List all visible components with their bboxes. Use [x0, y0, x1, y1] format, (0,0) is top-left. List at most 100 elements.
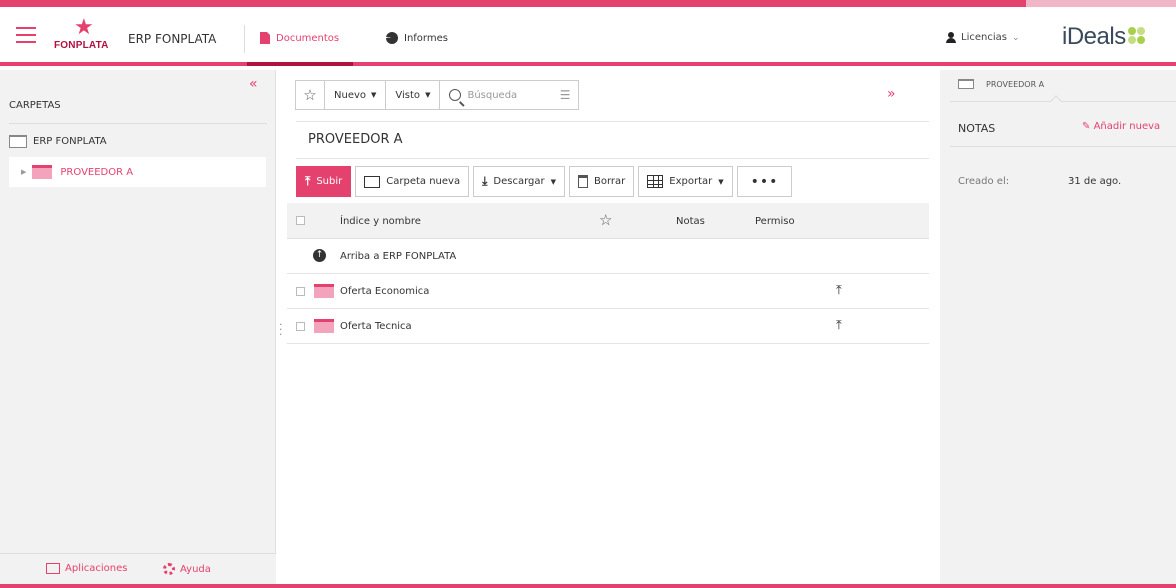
sidebar-footer: Aplicaciones Ayuda — [0, 553, 276, 584]
tree-item-label: ERP FONPLATA — [33, 135, 107, 147]
created-value: 31 de ago. — [1068, 176, 1122, 187]
select-all-checkbox[interactable] — [296, 216, 305, 225]
column-header-permiso[interactable]: Permiso — [755, 216, 795, 227]
aplicaciones-label: Aplicaciones — [65, 563, 128, 574]
table-icon — [647, 175, 664, 188]
up-link[interactable]: Arriba a ERP FONPLATA — [340, 251, 456, 262]
search-input[interactable]: Búsqueda ☰ — [439, 80, 580, 110]
ideals-logo: iDeals — [1062, 23, 1146, 51]
project-name[interactable]: ERP FONPLATA — [128, 32, 216, 46]
tab-documentos[interactable]: Documentos — [260, 26, 339, 50]
row-checkbox[interactable] — [296, 322, 305, 331]
star-column-icon[interactable]: ☆ — [599, 211, 612, 229]
exportar-button[interactable]: Exportar ▼ — [638, 166, 733, 197]
fonplata-logo: ★ FONPLATA — [54, 15, 120, 55]
table-row[interactable]: Oferta Tecnica ⤒ — [287, 309, 929, 344]
arrow-up-circle-icon: ↑ — [313, 249, 326, 262]
visto-label: Visto — [395, 89, 421, 101]
notas-heading: NOTAS — [958, 122, 996, 135]
licencias-label: Licencias — [961, 32, 1007, 43]
tab-documentos-label: Documentos — [276, 32, 340, 44]
ideals-dots-icon — [1127, 27, 1146, 45]
more-dots-icon: ••• — [750, 173, 779, 190]
actions-toolbar: ⤒ Subir Carpeta nueva ⤓ Descargar ▼ Borr… — [296, 166, 793, 197]
visto-dropdown[interactable]: Visto ▼ — [385, 80, 441, 110]
add-note-label: Añadir nueva — [1093, 121, 1161, 132]
table-row[interactable]: Oferta Economica ⤒ — [287, 274, 929, 309]
nuevo-label: Nuevo — [334, 89, 367, 101]
document-icon — [260, 32, 270, 44]
help-lifebuoy-icon — [163, 563, 175, 575]
tab-informes[interactable]: Informes — [386, 26, 448, 50]
ayuda-link[interactable]: Ayuda — [163, 563, 211, 575]
bottom-accent-bar — [0, 584, 1176, 588]
exportar-label: Exportar — [669, 176, 713, 187]
caret-down-icon: ▼ — [425, 91, 431, 99]
menu-icon[interactable] — [16, 27, 36, 43]
folder-icon — [314, 319, 334, 333]
top-accent-fade — [1026, 0, 1176, 7]
folder-icon — [9, 134, 27, 148]
upload-icon[interactable]: ⤒ — [836, 283, 842, 298]
borrar-button[interactable]: Borrar — [569, 166, 635, 197]
licencias-menu[interactable]: Licencias ⌄ — [946, 32, 1020, 43]
ideals-wordmark: iDeals — [1062, 23, 1126, 50]
divider — [950, 146, 1176, 147]
chevron-down-icon: ⌄ — [1011, 32, 1020, 43]
favorites-star-icon[interactable]: ☆ — [295, 80, 325, 110]
column-header-name[interactable]: Índice y nombre — [340, 216, 421, 227]
top-accent-bar — [0, 0, 1176, 7]
carpeta-nueva-label: Carpeta nueva — [386, 176, 461, 187]
descargar-button[interactable]: ⤓ Descargar ▼ — [473, 166, 565, 197]
tab-informes-label: Informes — [404, 32, 448, 44]
carpeta-nueva-button[interactable]: Carpeta nueva — [355, 166, 470, 197]
download-icon: ⤓ — [482, 174, 488, 188]
resize-handle[interactable]: · · · — [279, 319, 283, 340]
main-content: · · · ☆ Nuevo ▼ Visto ▼ Búsqueda ☰ » PROVE… — [277, 70, 940, 584]
row-name[interactable]: Oferta Economica — [340, 286, 429, 297]
apps-icon — [46, 563, 60, 574]
folder-icon — [314, 284, 334, 298]
star-icon: ★ — [74, 15, 94, 40]
sidebar-divider — [9, 123, 267, 124]
new-folder-icon — [364, 175, 381, 188]
pencil-icon: ✎ — [1082, 121, 1094, 132]
descargar-label: Descargar — [493, 176, 545, 187]
tree-item-label: PROVEEDOR A — [60, 166, 134, 178]
top-toolbar: ☆ Nuevo ▼ Visto ▼ Búsqueda ☰ — [295, 80, 580, 110]
row-name[interactable]: Oferta Tecnica — [340, 321, 412, 332]
table-row-up[interactable]: ↑ Arriba a ERP FONPLATA — [287, 239, 929, 274]
details-tab[interactable]: PROVEEDOR A — [958, 79, 1044, 89]
caret-down-icon: ▼ — [718, 177, 724, 186]
search-placeholder: Búsqueda — [467, 89, 518, 101]
active-tab-indicator — [247, 62, 353, 66]
add-note-link[interactable]: ✎ Añadir nueva — [1082, 121, 1160, 132]
brand-word: FONPLATA — [54, 40, 109, 51]
folder-icon — [958, 79, 974, 89]
nuevo-dropdown[interactable]: Nuevo ▼ — [324, 80, 387, 110]
collapse-left-icon[interactable]: « — [249, 76, 258, 92]
folders-sidebar: « CARPETAS ERP FONPLATA ▶ PROVEEDOR A Ap… — [0, 70, 276, 584]
caret-down-icon: ▼ — [550, 177, 556, 186]
header-divider — [244, 25, 245, 53]
expand-arrow-icon[interactable]: ▶ — [21, 168, 26, 176]
tree-item-erp-fonplata[interactable]: ERP FONPLATA — [9, 126, 266, 156]
upload-icon[interactable]: ⤒ — [836, 318, 842, 333]
divider — [296, 121, 929, 122]
subir-button[interactable]: ⤒ Subir — [296, 166, 352, 197]
filter-sliders-icon[interactable]: ☰ — [560, 88, 571, 102]
tree-item-proveedor-a[interactable]: ▶ PROVEEDOR A — [9, 157, 266, 187]
app-header: ★ FONPLATA ERP FONPLATA Documentos Infor… — [0, 7, 1176, 66]
search-icon — [449, 89, 462, 101]
upload-icon: ⤒ — [305, 174, 311, 188]
sidebar-title: CARPETAS — [9, 100, 61, 111]
row-checkbox[interactable] — [296, 287, 305, 296]
details-panel: PROVEEDOR A NOTAS ✎ Añadir nueva Creado … — [940, 70, 1176, 584]
expand-right-icon[interactable]: » — [887, 86, 896, 102]
more-button[interactable]: ••• — [736, 166, 793, 197]
aplicaciones-link[interactable]: Aplicaciones — [46, 563, 127, 574]
table-header: Índice y nombre ☆ Notas Permiso — [287, 203, 929, 239]
pie-chart-icon — [386, 32, 398, 44]
ayuda-label: Ayuda — [180, 563, 211, 575]
column-header-notas[interactable]: Notas — [676, 216, 705, 227]
